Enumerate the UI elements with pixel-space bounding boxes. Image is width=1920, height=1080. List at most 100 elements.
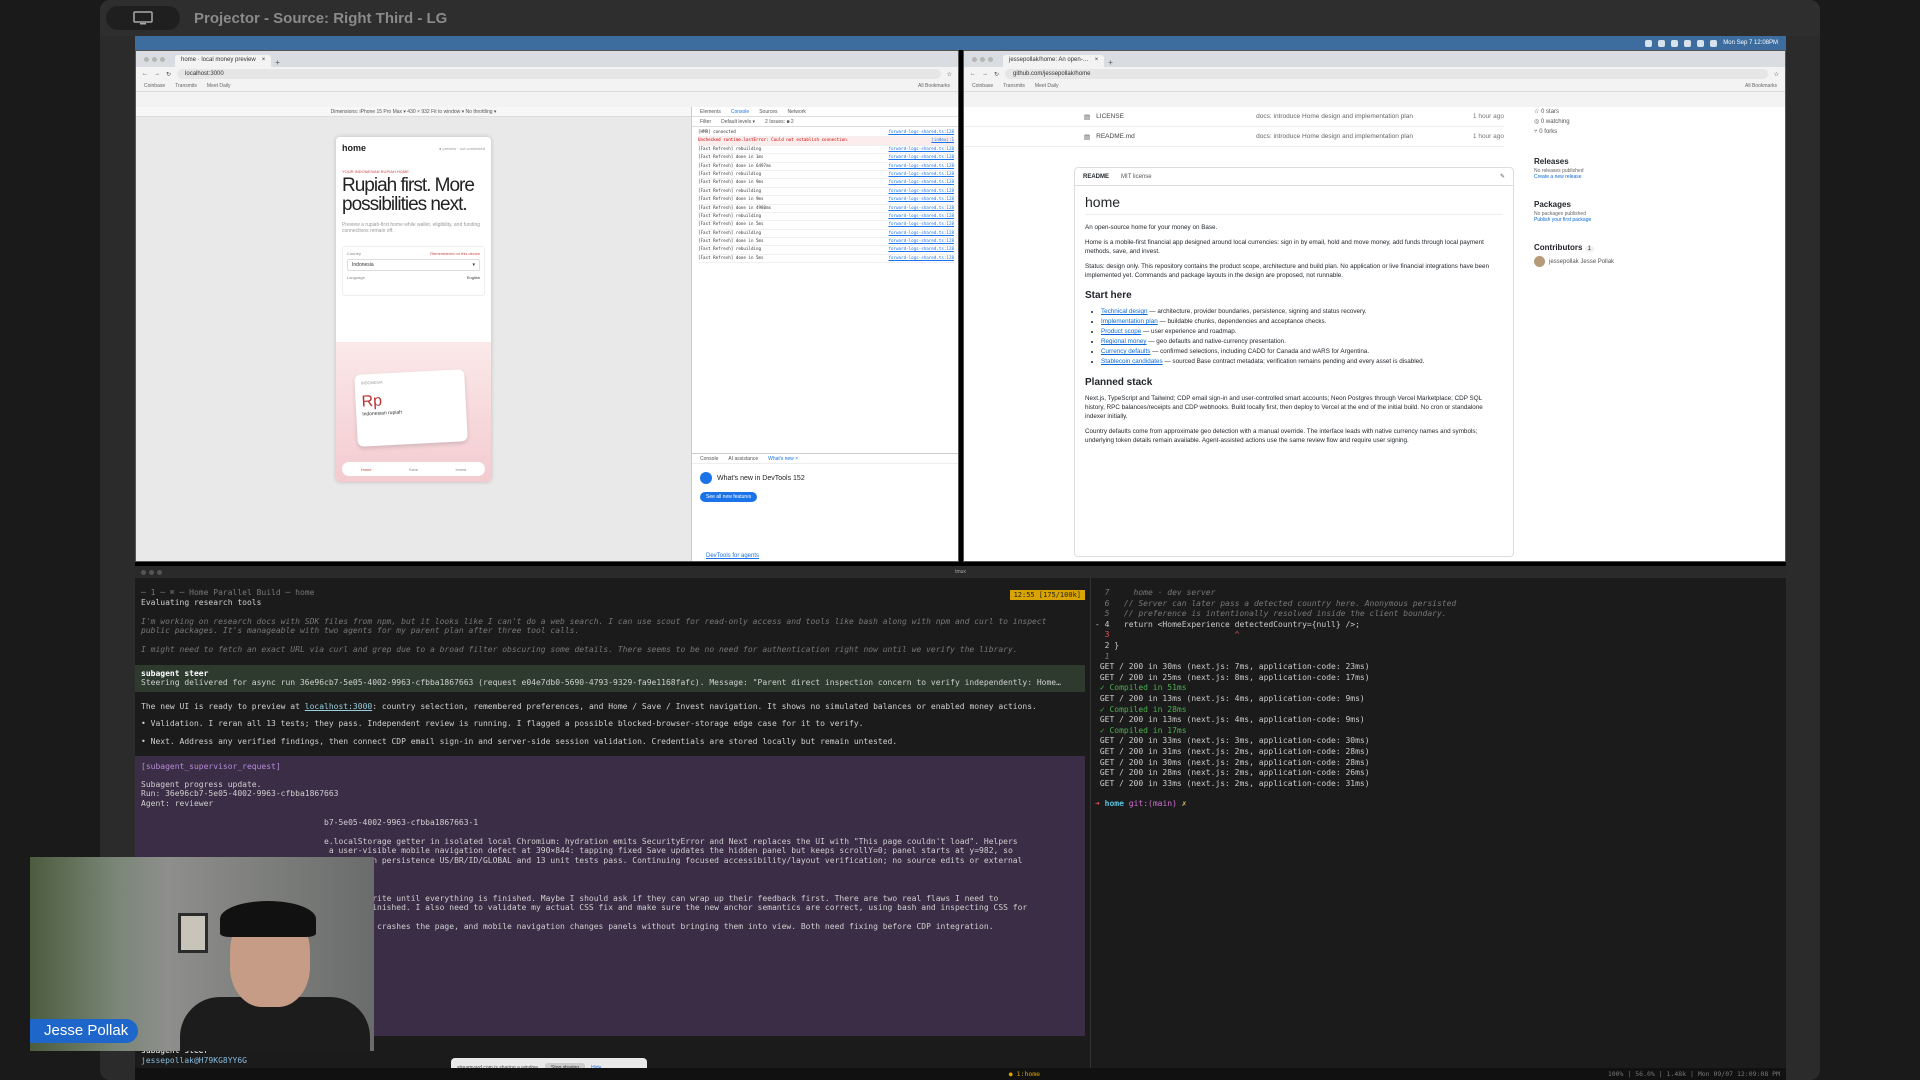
readme-tab[interactable]: README <box>1083 174 1109 180</box>
new-tab-icon[interactable]: + <box>1108 58 1113 67</box>
forks-count[interactable]: ⑂ 0 forks <box>1534 127 1774 137</box>
close-icon[interactable]: × <box>262 57 266 65</box>
console-log-line: [Fast Refresh] rebuilding forward-logs-sh… <box>698 213 954 222</box>
source-link[interactable]: forward-logs-shared.ts:128 <box>888 188 954 195</box>
source-link[interactable]: forward-logs-shared.ts:128 <box>888 154 954 161</box>
browser-tab[interactable]: jessepollak/home: An open-… × <box>1003 55 1105 67</box>
nav-save[interactable]: Save <box>409 467 418 472</box>
list-item: Regional money — geo defaults and native… <box>1101 337 1503 347</box>
avatar <box>1534 256 1545 267</box>
reload-icon[interactable]: ↻ <box>166 71 171 78</box>
bookmark-item[interactable]: Meet Daily <box>207 83 231 89</box>
nav-home[interactable]: Home <box>361 467 372 472</box>
all-bookmarks[interactable]: All Bookmarks <box>918 83 950 89</box>
file-icon: ▤ <box>1084 113 1091 121</box>
terminal-pane-dev-server[interactable]: 7 home · dev server 6 // Server can late… <box>1090 578 1786 1068</box>
projector-display-button[interactable] <box>106 6 180 30</box>
back-icon[interactable]: ← <box>970 71 976 77</box>
console-log: [HMR] connected forward-logs-shared.ts:12… <box>692 127 958 265</box>
window-controls[interactable] <box>972 51 993 67</box>
see-all-features-button[interactable]: See all new features <box>700 492 758 502</box>
chevron-down-icon: ▾ <box>472 262 475 268</box>
filter-input[interactable]: Filter <box>700 119 711 125</box>
tab-network[interactable]: Network <box>788 109 806 115</box>
close-icon[interactable]: × <box>1095 57 1099 65</box>
wifi-icon[interactable] <box>1697 39 1705 47</box>
stars-count[interactable]: ☆ 0 stars <box>1534 107 1774 117</box>
source-link[interactable]: forward-logs-shared.ts:128 <box>888 179 954 186</box>
devtools-agents-link[interactable]: DevTools for agents <box>706 553 759 559</box>
bookmark-item[interactable]: Transmits <box>175 83 197 89</box>
window-controls[interactable] <box>144 51 165 67</box>
contributors-heading[interactable]: Contributors 1 <box>1534 243 1774 252</box>
watching-count[interactable]: ◎ 0 watching <box>1534 117 1774 127</box>
publish-package-link[interactable]: Publish your first package <box>1534 217 1591 223</box>
source-link[interactable]: forward-logs-shared.ts:128 <box>888 171 954 178</box>
url-input[interactable]: github.com/jessepollak/home <box>1005 69 1768 79</box>
bookmark-item[interactable]: Coinbase <box>972 83 993 89</box>
language-value[interactable]: English <box>467 275 480 280</box>
console-log-line: [Fast Refresh] done in 1ms forward-logs-s… <box>698 154 954 163</box>
presenter-name-tag: Jesse Pollak <box>30 1019 139 1043</box>
create-release-link[interactable]: Create a new release <box>1534 174 1582 180</box>
source-link[interactable]: forward-logs-shared.ts:128 <box>888 196 954 203</box>
tab-sources[interactable]: Sources <box>759 109 777 115</box>
tmux-window[interactable]: ● 1:home <box>1009 1070 1040 1078</box>
new-tab-icon[interactable]: + <box>275 58 280 67</box>
battery-icon[interactable] <box>1710 39 1718 47</box>
readme-title: home <box>1085 194 1503 215</box>
bookmark-item[interactable]: Coinbase <box>144 83 165 89</box>
bookmark-item[interactable]: Transmits <box>1003 83 1025 89</box>
contributor-item[interactable]: jessepollak Jesse Pollak <box>1534 256 1774 267</box>
file-row[interactable]: ▤ README.md docs: introduce Home design a… <box>964 127 1504 147</box>
source-link[interactable]: forward-logs-shared.ts:128 <box>888 221 954 228</box>
url-input[interactable]: localhost:3000 <box>177 69 941 79</box>
license-tab[interactable]: MIT license <box>1121 174 1152 180</box>
star-icon[interactable]: ☆ <box>1774 71 1779 78</box>
devtools-logo-icon <box>700 472 712 484</box>
nav-invest[interactable]: Invest <box>456 467 467 472</box>
menubar-icon[interactable] <box>1645 39 1653 47</box>
star-icon[interactable]: ☆ <box>947 71 952 78</box>
back-icon[interactable]: ← <box>142 71 148 77</box>
drawer-tab-whats-new[interactable]: What's new × <box>768 456 798 462</box>
device-toolbar[interactable]: Dimensions: iPhone 15 Pro Max ▾ 430 × 93… <box>136 107 691 117</box>
terminal-line: ✓ Compiled in 51ms <box>1095 683 1187 693</box>
releases-heading[interactable]: Releases <box>1534 157 1774 166</box>
menubar-icon[interactable] <box>1658 39 1666 47</box>
tab-elements[interactable]: Elements <box>700 109 721 115</box>
reload-icon[interactable]: ↻ <box>994 71 999 78</box>
source-link[interactable]: forward-logs-shared.ts:128 <box>888 163 954 170</box>
localhost-link[interactable]: localhost:3000 <box>305 702 372 711</box>
issues-badge[interactable]: 2 Issues: ■ 2 <box>765 119 794 125</box>
source-link[interactable]: forward-logs-shared.ts:128 <box>888 146 954 153</box>
edit-icon[interactable]: ✎ <box>1500 173 1505 180</box>
all-bookmarks[interactable]: All Bookmarks <box>1745 83 1777 89</box>
packages-heading[interactable]: Packages <box>1534 200 1774 209</box>
source-link[interactable]: forward-logs-shared.ts:128 <box>888 246 954 253</box>
menubar-icon[interactable] <box>1684 39 1692 47</box>
shell-prompt[interactable]: ➜ home git:(main) ✗ <box>1095 799 1782 810</box>
window-controls[interactable] <box>141 566 162 578</box>
source-link[interactable]: forward-logs-shared.ts:128 <box>888 238 954 245</box>
drawer-tab-console[interactable]: Console <box>700 456 718 462</box>
country-select[interactable]: Indonesia ▾ <box>347 259 480 271</box>
drawer-tab-ai[interactable]: AI assistance <box>728 456 758 462</box>
forward-icon[interactable]: → <box>154 71 160 77</box>
source-link[interactable]: forward-logs-shared.ts:128 <box>888 205 954 212</box>
source-link[interactable]: forward-logs-shared.ts:128 <box>888 129 954 136</box>
readme-paragraph: Home is a mobile-first financial app des… <box>1085 239 1484 255</box>
source-link[interactable]: forward-logs-shared.ts:128 <box>888 213 954 220</box>
terminal-line: Evaluating research tools <box>141 597 262 607</box>
levels-select[interactable]: Default levels ▾ <box>721 119 755 125</box>
menubar-icon[interactable] <box>1671 39 1679 47</box>
source-link[interactable]: forward-logs-shared.ts:128 <box>888 230 954 237</box>
bookmark-item[interactable]: Meet Daily <box>1035 83 1059 89</box>
tab-console[interactable]: Console <box>731 109 749 115</box>
file-row[interactable]: ▤ LICENSE docs: introduce Home design and… <box>964 107 1504 127</box>
console-log-line: [Fast Refresh] rebuilding forward-logs-sh… <box>698 230 954 239</box>
source-link[interactable]: (index):1 <box>931 137 954 144</box>
forward-icon[interactable]: → <box>982 71 988 77</box>
browser-tab[interactable]: home · local money preview × <box>175 55 272 67</box>
source-link[interactable]: forward-logs-shared.ts:128 <box>888 255 954 262</box>
